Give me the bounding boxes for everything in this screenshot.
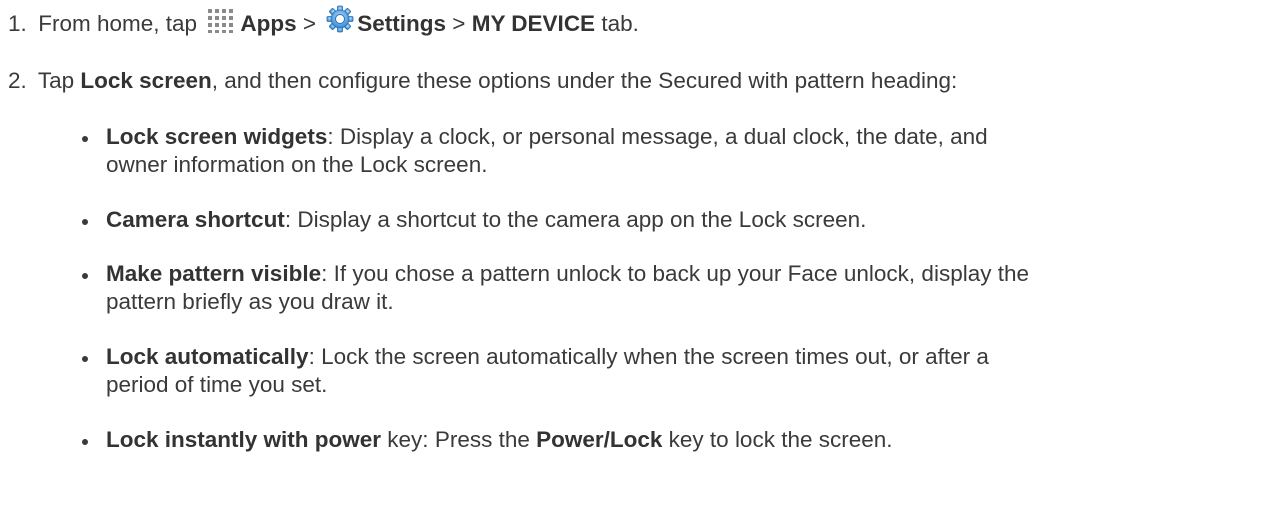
apps-label: Apps [240,11,297,36]
option-description: pattern briefly as you draw it. [106,289,394,314]
option-line: Make pattern visible: If you chose a pat… [106,260,1256,288]
option-description: : Display a clock, or personal message, … [327,124,988,149]
option-description: key: Press the [381,427,537,452]
bullet-dot [82,273,88,279]
option-term: Lock instantly with power [106,427,382,452]
step-text: , and then configure these options under… [211,68,958,93]
option-camera-shortcut: Camera shortcut: Display a shortcut to t… [82,206,1256,234]
my-device-tab-label: MY DEVICE [471,11,596,36]
step-text: Tap [37,68,75,93]
step-1: 1. From home, tap Apps > Settings > MY D… [8,5,639,38]
step-number: 1. [8,11,27,36]
option-description: : Lock the screen automatically when the… [308,344,989,369]
step-text: From home, tap [38,11,198,36]
option-lock-instantly-with-power-key: Lock instantly with power key: Press the… [82,426,1256,454]
option-description: period of time you set. [106,372,328,397]
option-line: Lock instantly with power key: Press the… [106,426,1256,454]
option-description: : Display a shortcut to the camera app o… [284,207,867,232]
option-term: Camera shortcut [106,207,285,232]
option-lock-screen-widgets: Lock screen widgets: Display a clock, or… [82,123,1256,179]
bullet-dot [82,356,88,362]
separator: > [452,11,466,36]
option-term: Lock automatically [106,344,309,369]
bullet-dot [82,439,88,445]
option-line: Camera shortcut: Display a shortcut to t… [106,206,1256,234]
option-term: Lock screen widgets [106,124,328,149]
separator: > [302,11,316,36]
option-description: key to lock the screen. [662,427,893,452]
bullet-dot [82,219,88,225]
option-make-pattern-visible: Make pattern visible: If you chose a pat… [82,260,1256,316]
option-line: Lock automatically: Lock the screen auto… [106,343,1256,371]
option-description: : If you chose a pattern unlock to back … [321,261,1029,286]
step-text: tab. [601,11,639,36]
lock-screen-label: Lock screen [80,68,212,93]
option-description: owner information on the Lock screen. [106,152,488,177]
step-number: 2. [8,68,27,93]
option-term: Make pattern visible [106,261,322,286]
step-2: 2. Tap Lock screen, and then configure t… [8,67,957,95]
option-line: Lock screen widgets: Display a clock, or… [106,123,1256,151]
settings-gear-icon [326,5,354,33]
power-lock-key-label: Power/Lock [536,427,663,452]
option-lock-automatically: Lock automatically: Lock the screen auto… [82,343,1256,399]
apps-grid-icon [208,9,234,33]
bullet-dot [82,136,88,142]
settings-label: Settings [357,11,447,36]
